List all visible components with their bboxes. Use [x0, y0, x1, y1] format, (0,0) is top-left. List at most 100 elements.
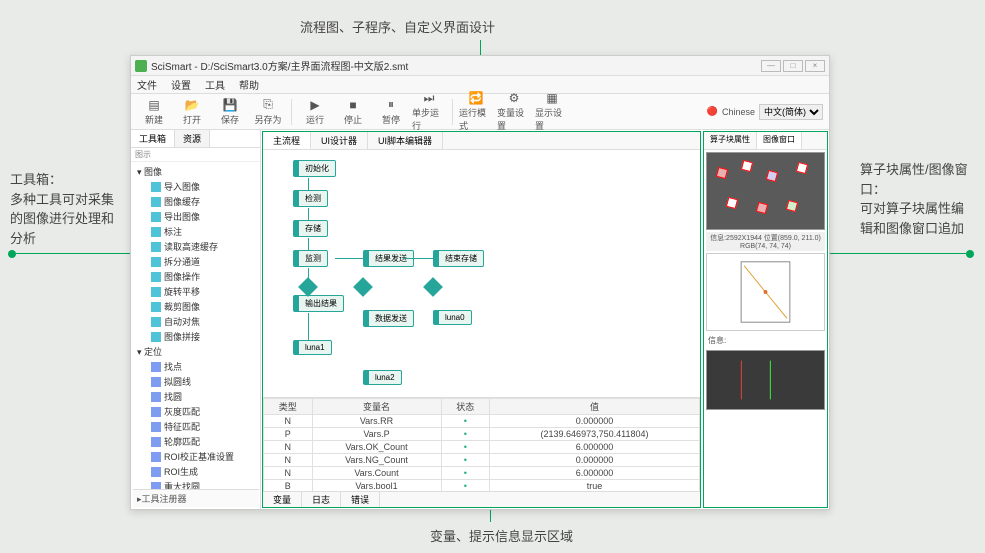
col-state[interactable]: 状态 [441, 399, 490, 415]
tree-item[interactable]: 灰度匹配 [133, 404, 258, 419]
table-row[interactable]: NVars.NG_Count•0.000000 [264, 454, 700, 467]
tree-item[interactable]: 标注 [133, 224, 258, 239]
cell-type: B [264, 480, 313, 492]
flow-decision[interactable] [298, 277, 318, 297]
tree-item[interactable]: 图像拼接 [133, 329, 258, 344]
tab-log[interactable]: 日志 [302, 492, 341, 507]
toolbar-暂停[interactable]: ⏸暂停 [374, 96, 408, 128]
menu-file[interactable]: 文件 [137, 77, 157, 92]
toolbar-打开[interactable]: 📂打开 [175, 96, 209, 128]
image-thumb-2[interactable] [706, 253, 825, 331]
menu-tools[interactable]: 工具 [205, 77, 225, 92]
tree-item[interactable]: 找圆 [133, 389, 258, 404]
flow-node[interactable]: luna2 [363, 370, 402, 385]
tree-item-icon [151, 197, 161, 207]
tab-resources[interactable]: 资源 [175, 130, 210, 147]
menu-help[interactable]: 帮助 [239, 77, 259, 92]
col-value[interactable]: 值 [490, 399, 700, 415]
toolbar-运行[interactable]: ▶运行 [298, 96, 332, 128]
tool-tree[interactable]: ▾ 图像导入图像图像缓存导出图像标注读取高速缓存拆分通道图像操作旋转平移裁剪图像… [131, 162, 260, 509]
tree-item[interactable]: 找点 [133, 359, 258, 374]
table-row[interactable]: BVars.bool1•true [264, 480, 700, 492]
maximize-button[interactable]: □ [783, 60, 803, 72]
bottom-tabs: 变量 日志 错误 [263, 491, 700, 507]
image-thumb-3[interactable] [706, 350, 825, 410]
flow-node[interactable]: 输出结果 [293, 295, 344, 312]
toolbar-icon: ▶ [308, 98, 322, 112]
tab-errors[interactable]: 错误 [341, 492, 380, 507]
tab-operator-props[interactable]: 算子块属性 [704, 132, 757, 149]
tree-item-icon [151, 317, 161, 327]
tree-item[interactable]: 特征匹配 [133, 419, 258, 434]
tree-item-icon [151, 437, 161, 447]
tab-image-window[interactable]: 图像窗口 [757, 132, 802, 149]
toolbar-单步运行[interactable]: ⏭单步运行 [412, 96, 446, 128]
tab-variables[interactable]: 变量 [263, 492, 302, 507]
cell-type: N [264, 415, 313, 428]
tree-item[interactable]: ROI生成 [133, 464, 258, 479]
toolbar-保存[interactable]: 💾保存 [213, 96, 247, 128]
toolbar-另存为[interactable]: ⎘另存为 [251, 96, 285, 128]
toolbar-新建[interactable]: ▤新建 [137, 96, 171, 128]
flow-node[interactable]: 初始化 [293, 160, 336, 177]
toolbar-separator [291, 99, 292, 125]
flow-decision[interactable] [423, 277, 443, 297]
toolbar-运行模式[interactable]: 🔁运行模式 [459, 96, 493, 128]
flow-node[interactable]: 检测 [293, 190, 328, 207]
tree-item[interactable]: ROI校正基准设置 [133, 449, 258, 464]
window-title: SciSmart - D:/SciSmart3.0方案/主界面流程图-中文版2.… [151, 58, 408, 73]
tree-group[interactable]: ▾ 图像 [133, 164, 258, 179]
tab-toolbox[interactable]: 工具箱 [131, 130, 175, 147]
flow-node[interactable]: 存储 [293, 220, 328, 237]
tab-ui-designer[interactable]: UI设计器 [311, 132, 368, 149]
cell-name: Vars.NG_Count [312, 454, 441, 467]
menu-settings[interactable]: 设置 [171, 77, 191, 92]
table-row[interactable]: NVars.Count•6.000000 [264, 467, 700, 480]
toolbar-停止[interactable]: ■停止 [336, 96, 370, 128]
toolbar-显示设置[interactable]: ▦显示设置 [535, 96, 569, 128]
tree-item[interactable]: 自动对焦 [133, 314, 258, 329]
flowchart-canvas[interactable]: 初始化检测存储监测输出结果结果发送结束存储数据发送luna0luna1luna2 [263, 150, 700, 397]
tree-item[interactable]: 图像缓存 [133, 194, 258, 209]
left-panel: 工具箱 资源 图示 ▾ 图像导入图像图像缓存导出图像标注读取高速缓存拆分通道图像… [131, 130, 261, 509]
toolbar-变量设置[interactable]: ⚙变量设置 [497, 96, 531, 128]
titlebar[interactable]: SciSmart - D:/SciSmart3.0方案/主界面流程图-中文版2.… [131, 56, 829, 76]
tree-item[interactable]: 轮廓匹配 [133, 434, 258, 449]
tab-main-flow[interactable]: 主流程 [263, 132, 311, 149]
image-windows: 信息:2592X1944 位置(859.0, 211.0) RGB(74, 74… [704, 150, 827, 507]
tree-item[interactable]: 图像操作 [133, 269, 258, 284]
tree-item[interactable]: 裁剪图像 [133, 299, 258, 314]
flow-node[interactable]: luna1 [293, 340, 332, 355]
tree-group[interactable]: ▾ 定位 [133, 344, 258, 359]
app-window: SciSmart - D:/SciSmart3.0方案/主界面流程图-中文版2.… [130, 55, 830, 510]
tree-item-icon [151, 182, 161, 192]
image-thumb-1[interactable] [706, 152, 825, 230]
annotation-dot [8, 250, 16, 258]
language-selector[interactable]: 🔴Chinese中文(简体) [707, 104, 823, 120]
tool-registrar[interactable]: ▸工具注册器 [133, 489, 259, 507]
tab-ui-script[interactable]: UI脚本编辑器 [368, 132, 443, 149]
table-row[interactable]: NVars.RR•0.000000 [264, 415, 700, 428]
tree-item[interactable]: 拟圆线 [133, 374, 258, 389]
tree-item[interactable]: 导入图像 [133, 179, 258, 194]
tree-item[interactable]: 读取高速缓存 [133, 239, 258, 254]
variables-table[interactable]: 类型 变量名 状态 值 NVars.RR•0.000000PVars.P•(21… [263, 398, 700, 491]
flow-node[interactable]: 结束存储 [433, 250, 484, 267]
close-button[interactable]: × [805, 60, 825, 72]
tree-item[interactable]: 旋转平移 [133, 284, 258, 299]
table-row[interactable]: NVars.OK_Count•6.000000 [264, 441, 700, 454]
tree-item-icon [151, 377, 161, 387]
flow-decision[interactable] [353, 277, 373, 297]
lang-select[interactable]: 中文(简体) [759, 104, 823, 120]
col-name[interactable]: 变量名 [312, 399, 441, 415]
flow-node[interactable]: 监测 [293, 250, 328, 267]
toolbar-label: 新建 [145, 113, 163, 126]
cell-value: 0.000000 [490, 454, 700, 467]
flow-node[interactable]: luna0 [433, 310, 472, 325]
flow-node[interactable]: 数据发送 [363, 310, 414, 327]
col-type[interactable]: 类型 [264, 399, 313, 415]
tree-item[interactable]: 导出图像 [133, 209, 258, 224]
minimize-button[interactable]: — [761, 60, 781, 72]
table-row[interactable]: PVars.P•(2139.646973,750.411804) [264, 428, 700, 441]
tree-item[interactable]: 拆分通道 [133, 254, 258, 269]
